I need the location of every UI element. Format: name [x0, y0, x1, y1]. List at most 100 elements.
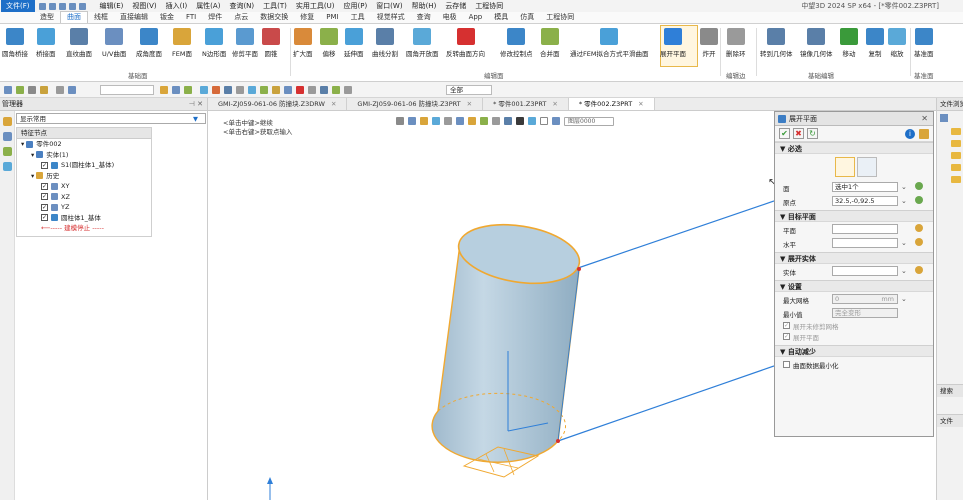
ribbon-tab-15[interactable]: App	[463, 12, 489, 23]
ribbon-button-1[interactable]: 桥接面	[36, 26, 56, 62]
document-tab-3[interactable]: * 零件002.Z3PRT ✕	[568, 98, 655, 110]
ribbon-tab-17[interactable]: 仿真	[514, 12, 540, 23]
section-unfold-solid[interactable]: ▼ 展开实体	[775, 252, 933, 264]
ribbon-button-26[interactable]: 基准面	[914, 26, 934, 62]
view-icon[interactable]	[320, 86, 328, 94]
filter-icon[interactable]	[40, 86, 48, 94]
ribbon-tab-11[interactable]: 工具	[345, 12, 371, 23]
tree-node-1[interactable]: ▾ 实体(1)	[17, 150, 151, 161]
menu-item-0[interactable]: 编辑(E)	[100, 1, 124, 11]
ribbon-button-17[interactable]: 通过FEM拟合方式平滑曲面	[570, 26, 648, 62]
ribbon-button-4[interactable]: 成角度面	[136, 26, 162, 62]
ribbon-tab-7[interactable]: 点云	[228, 12, 254, 23]
section-auto-reduce[interactable]: ▼ 自动减少	[775, 345, 933, 357]
ribbon-button-12[interactable]: 曲线分割	[372, 26, 398, 62]
document-tab-0[interactable]: GMI-ZJ059-061-06 防撞块.Z3DRW ✕	[208, 98, 348, 110]
chevron-down-icon[interactable]: ⌄	[901, 295, 907, 303]
ribbon-button-6[interactable]: N边形面	[202, 26, 226, 62]
ribbon-button-10[interactable]: 偏移	[320, 26, 338, 62]
max-mesh-field[interactable]: 0 mm	[832, 294, 898, 304]
feature-icon[interactable]	[272, 86, 280, 94]
pick-icon[interactable]	[915, 266, 923, 274]
visibility-checkbox[interactable]: ✓	[41, 182, 48, 190]
check-minimize-surface-data[interactable]: 曲面数据最小化	[775, 359, 933, 370]
filter-combo[interactable]: 全部	[446, 85, 492, 95]
folder-icon[interactable]	[951, 140, 961, 147]
redo-icon[interactable]	[78, 2, 86, 10]
measure-icon[interactable]	[344, 86, 352, 94]
graphics-canvas[interactable]: <单击中键>继续 <单击右键>获取点输入 图层0000 ↖	[208, 111, 776, 500]
tree-node-2[interactable]: ✓ S1(圆柱体1_基体)	[17, 160, 151, 171]
circle-select-icon[interactable]	[68, 86, 76, 94]
ribbon-button-9[interactable]: 扩大面	[293, 26, 313, 62]
ribbon-button-23[interactable]: 移动	[840, 26, 858, 62]
origin-field[interactable]: 32.5,-0,92.5	[832, 196, 898, 206]
ribbon-tab-14[interactable]: 电极	[437, 12, 463, 23]
file-menu-button[interactable]: 文件(F)	[1, 0, 35, 12]
point-icon[interactable]	[172, 86, 180, 94]
ribbon-tab-6[interactable]: 焊件	[202, 12, 228, 23]
menu-item-7[interactable]: 应用(P)	[344, 1, 368, 11]
ribbon-button-13[interactable]: 圆角开放面	[406, 26, 439, 62]
expand-icon[interactable]: ▾	[31, 150, 34, 161]
ribbon-button-5[interactable]: FEM面	[172, 26, 192, 62]
add-icon[interactable]	[16, 86, 24, 94]
chevron-down-icon[interactable]: ⌄	[901, 197, 907, 205]
chevron-down-icon[interactable]: ⌄	[901, 267, 907, 275]
tree-node-3[interactable]: ▾ 历史	[17, 171, 151, 182]
info-icon[interactable]: i	[905, 129, 915, 139]
attributes-icon[interactable]	[3, 162, 12, 171]
sketch-icon[interactable]	[284, 86, 292, 94]
close-icon[interactable]: ✕	[331, 100, 336, 108]
apply-button[interactable]: ↻	[807, 128, 818, 139]
ribbon-tab-1[interactable]: 曲面	[60, 11, 88, 23]
undo-icon[interactable]	[68, 2, 76, 10]
edge-icon[interactable]	[200, 86, 208, 94]
menu-item-8[interactable]: 窗口(W)	[376, 1, 402, 11]
ribbon-button-24[interactable]: 复制	[866, 26, 884, 62]
ribbon-tab-5[interactable]: FTI	[180, 12, 202, 23]
tree-node-6[interactable]: ✓ YZ	[17, 202, 151, 213]
tree-node-5[interactable]: ✓ XZ	[17, 192, 151, 203]
pin-icon[interactable]	[184, 86, 192, 94]
face-field[interactable]: 选中1个	[832, 182, 898, 192]
horizontal-field[interactable]	[832, 238, 898, 248]
funnel-icon[interactable]: ▼	[193, 114, 198, 124]
visibility-checkbox[interactable]: ✓	[41, 203, 48, 211]
ribbon-tab-10[interactable]: PMI	[320, 12, 344, 23]
face-type-option-2[interactable]	[857, 157, 877, 177]
check-unfold-plane[interactable]: ✓ 展开平面	[775, 331, 933, 342]
document-tab-2[interactable]: * 零件001.Z3PRT ✕	[483, 98, 569, 110]
tree-node-4[interactable]: ✓ XY	[17, 181, 151, 192]
ribbon-button-7[interactable]: 修剪平面	[232, 26, 258, 62]
ribbon-tab-0[interactable]: 造型	[34, 12, 60, 23]
pick-icon[interactable]	[915, 196, 923, 204]
ok-button[interactable]: ✔	[779, 128, 790, 139]
settings-icon[interactable]	[308, 86, 316, 94]
expand-icon[interactable]: ▾	[21, 139, 24, 150]
menu-item-4[interactable]: 查询(N)	[229, 1, 254, 11]
open-icon[interactable]	[48, 2, 56, 10]
folder-icon[interactable]	[951, 152, 961, 159]
chevron-down-icon[interactable]: ⌄	[901, 239, 907, 247]
section-target[interactable]: ▼ 目标平面	[775, 210, 933, 222]
tree-node-8[interactable]: ⟵ ----- 建模停止 -----	[17, 223, 151, 234]
folder-icon[interactable]	[951, 176, 961, 183]
display-filter-select[interactable]: 显示常用 ▼	[16, 113, 206, 124]
close-icon[interactable]: ✕	[638, 100, 643, 108]
ribbon-button-25[interactable]: 缩放	[888, 26, 906, 62]
ribbon-button-8[interactable]: 圆锥	[262, 26, 280, 62]
ribbon-tab-18[interactable]: 工程协同	[540, 12, 580, 23]
pick-combo[interactable]	[100, 85, 154, 95]
close-icon[interactable]: ✕	[921, 112, 928, 126]
section-required[interactable]: ▼ 必选	[775, 142, 933, 154]
menu-item-6[interactable]: 实用工具(U)	[296, 1, 335, 11]
datum-icon[interactable]	[260, 86, 268, 94]
checkbox[interactable]	[783, 361, 790, 368]
ribbon-button-18[interactable]: 展开平面	[660, 26, 686, 62]
ribbon-button-21[interactable]: 转到几何体	[760, 26, 793, 62]
new-icon[interactable]	[38, 2, 46, 10]
solid-field[interactable]	[832, 266, 898, 276]
visibility-checkbox[interactable]: ✓	[41, 161, 48, 169]
pick-icon[interactable]	[915, 182, 923, 190]
